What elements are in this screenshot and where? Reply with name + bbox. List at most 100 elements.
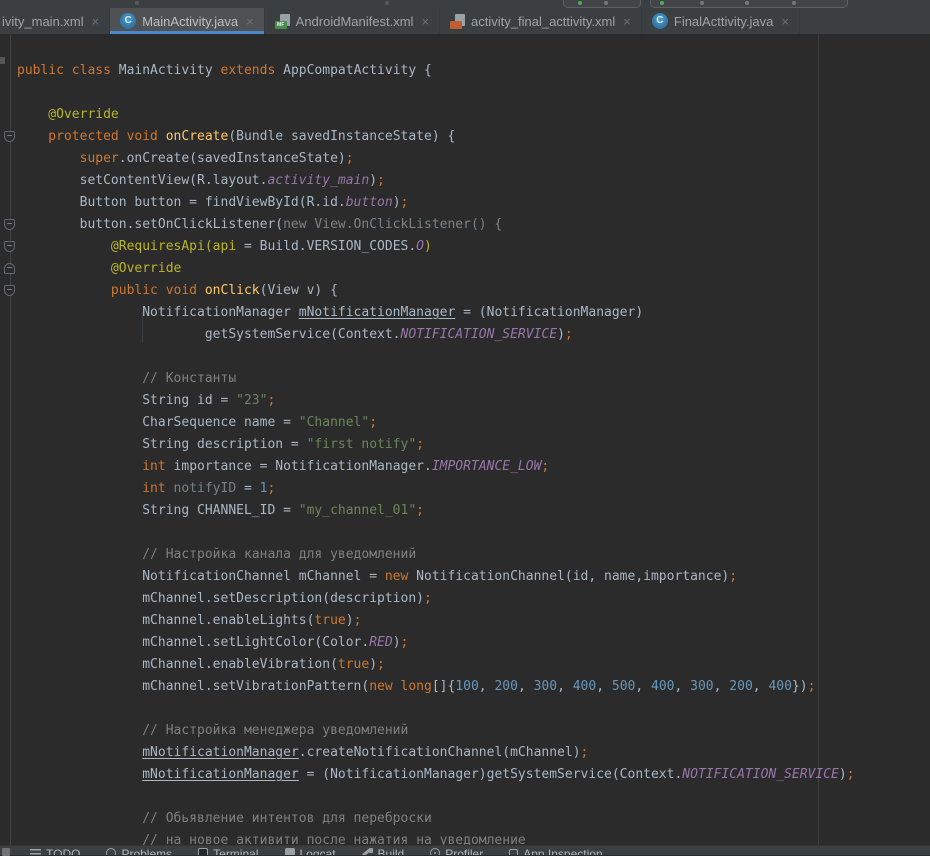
toolbar-dot-icon (604, 1, 608, 5)
code-line: super.onCreate(savedInstanceState); (17, 148, 855, 170)
toolwindow-label: Build (378, 847, 405, 855)
code-line: mNotificationManager = (NotificationMana… (17, 764, 855, 786)
tab-label: AndroidManifest.xml (296, 14, 414, 29)
toolbar-strip (0, 0, 930, 8)
code-line (17, 82, 855, 104)
toolwindow-button-terminal[interactable]: Terminal (198, 847, 258, 855)
close-icon[interactable]: × (781, 15, 789, 28)
tab-finalacttivity-java[interactable]: CFinalActtivity.java× (642, 8, 800, 34)
close-icon[interactable]: × (246, 15, 254, 28)
code-token: notifyID (174, 481, 237, 496)
xml-file-icon (450, 14, 465, 29)
toolwindow-label: Logcat (300, 847, 336, 855)
fold-down-icon[interactable]: − (4, 131, 15, 142)
run-config-button[interactable] (563, 0, 641, 8)
tool-window-corner-icon[interactable] (2, 848, 10, 855)
close-icon[interactable]: × (421, 15, 429, 28)
fold-down-icon[interactable]: − (4, 219, 15, 230)
code-token: 300 (690, 679, 713, 694)
code-line: // Константы (17, 368, 855, 390)
tab-androidmanifest-xml[interactable]: MFAndroidManifest.xml× (265, 8, 440, 34)
code-line: // Настройка канала для уведомлений (17, 544, 855, 566)
toolwindow-button-app-inspection[interactable]: App Inspection (509, 847, 602, 855)
code-token: ) (393, 635, 401, 650)
toolwindow-button-logcat[interactable]: Logcat (285, 847, 336, 855)
code-token: ; (416, 437, 424, 452)
code-token: ; (581, 745, 589, 760)
code-token: // Константы (17, 371, 236, 386)
terminal-icon (198, 848, 208, 855)
code-token: , (557, 679, 573, 694)
code-token: mChannel.setDescription(description) (17, 591, 424, 606)
code-token: ; (401, 635, 409, 650)
toolwindow-button-todo[interactable]: TODO (30, 847, 80, 855)
code-token: importance = NotificationManager. (174, 459, 432, 474)
code-token: NotificationManager (17, 305, 299, 320)
code-token: public void (17, 283, 205, 298)
code-token: Button button = findViewById(R.id. (17, 195, 346, 210)
gutter-mark (0, 57, 5, 64)
code-line: int importance = NotificationManager.IMP… (17, 456, 855, 478)
code-line: // на новое активити после нажатия на ув… (17, 830, 855, 845)
code-line: // Обьявление интентов для переброски (17, 808, 855, 830)
code-line: setContentView(R.layout.activity_main); (17, 170, 855, 192)
fold-down-icon[interactable]: − (4, 241, 15, 252)
tab-mainactivity-java[interactable]: CMainActivity.java× (110, 8, 264, 34)
code-token: ; (346, 151, 354, 166)
tab-activity-final-acttivity-xml[interactable]: activity_final_acttivity.xml × (440, 8, 642, 34)
toolwindow-button-profiler[interactable]: Profiler (430, 847, 483, 855)
fold-down-icon[interactable]: − (4, 285, 15, 296)
toolwindow-label: App Inspection (523, 847, 602, 855)
code-token: ; (847, 767, 855, 782)
app-inspection-icon (509, 849, 518, 855)
code-token: , (479, 679, 495, 694)
toolwindow-button-build[interactable]: Build (362, 847, 405, 855)
code-token: , (518, 679, 534, 694)
code-line: String id = "23"; (17, 390, 855, 412)
code-token: String description = (17, 437, 307, 452)
code-token: new (385, 569, 408, 584)
code-token: // на новое активити после нажатия на ув… (17, 833, 526, 845)
code-line: String CHANNEL_ID = "my_channel_01"; (17, 500, 855, 522)
fold-up-icon[interactable]: − (4, 263, 15, 274)
code-token: NOTIFICATION_SERVICE (401, 327, 558, 342)
tab-ivity-main-xml[interactable]: ivity_main.xml× (0, 8, 110, 34)
device-selector-button[interactable] (650, 0, 848, 8)
code-token: []{ (432, 679, 455, 694)
code-token: mNotificationManager (142, 745, 299, 760)
code-line: mChannel.enableVibration(true); (17, 654, 855, 676)
code-token: O (416, 239, 424, 254)
code-token: extends (221, 63, 284, 78)
code-token: mChannel.enableLights( (17, 613, 314, 628)
code-token: 200 (494, 679, 517, 694)
code-token: ; (541, 459, 549, 474)
code-token: ; (416, 503, 424, 518)
code-token: }) (792, 679, 808, 694)
code-token: String CHANNEL_ID = (17, 503, 299, 518)
toolwindow-button-problems[interactable]: Problems (106, 847, 172, 855)
code-token: ; (424, 591, 432, 606)
close-icon[interactable]: × (623, 15, 631, 28)
code-token: getSystemService(Context. (17, 327, 401, 342)
toolwindow-label: TODO (46, 847, 80, 855)
code-line (17, 698, 855, 720)
toolbar-dot-icon (385, 1, 389, 5)
code-line: mChannel.setDescription(description); (17, 588, 855, 610)
code-token: new View.OnClickListener() { (283, 217, 502, 232)
code-token: ) (369, 173, 377, 188)
code-line: public class MainActivity extends AppCom… (17, 60, 855, 82)
toolbar-dot-icon (792, 1, 796, 5)
close-icon[interactable]: × (92, 15, 100, 28)
code-editor[interactable]: public class MainActivity extends AppCom… (0, 34, 930, 845)
code-token: NotificationChannel mChannel = (17, 569, 385, 584)
editor-tabs: ivity_main.xml×CMainActivity.java×MFAndr… (0, 8, 930, 34)
code-line: NotificationManager mNotificationManager… (17, 302, 855, 324)
code-token: // Настройка канала для уведомлений (17, 547, 416, 562)
code-token: , (596, 679, 612, 694)
code-token: 400 (768, 679, 791, 694)
code-token: 400 (573, 679, 596, 694)
code-token: onCreate (166, 129, 229, 144)
tab-label: activity_final_acttivity.xml (471, 14, 615, 29)
code-token: ; (354, 613, 362, 628)
code-token: mNotificationManager (142, 767, 299, 782)
